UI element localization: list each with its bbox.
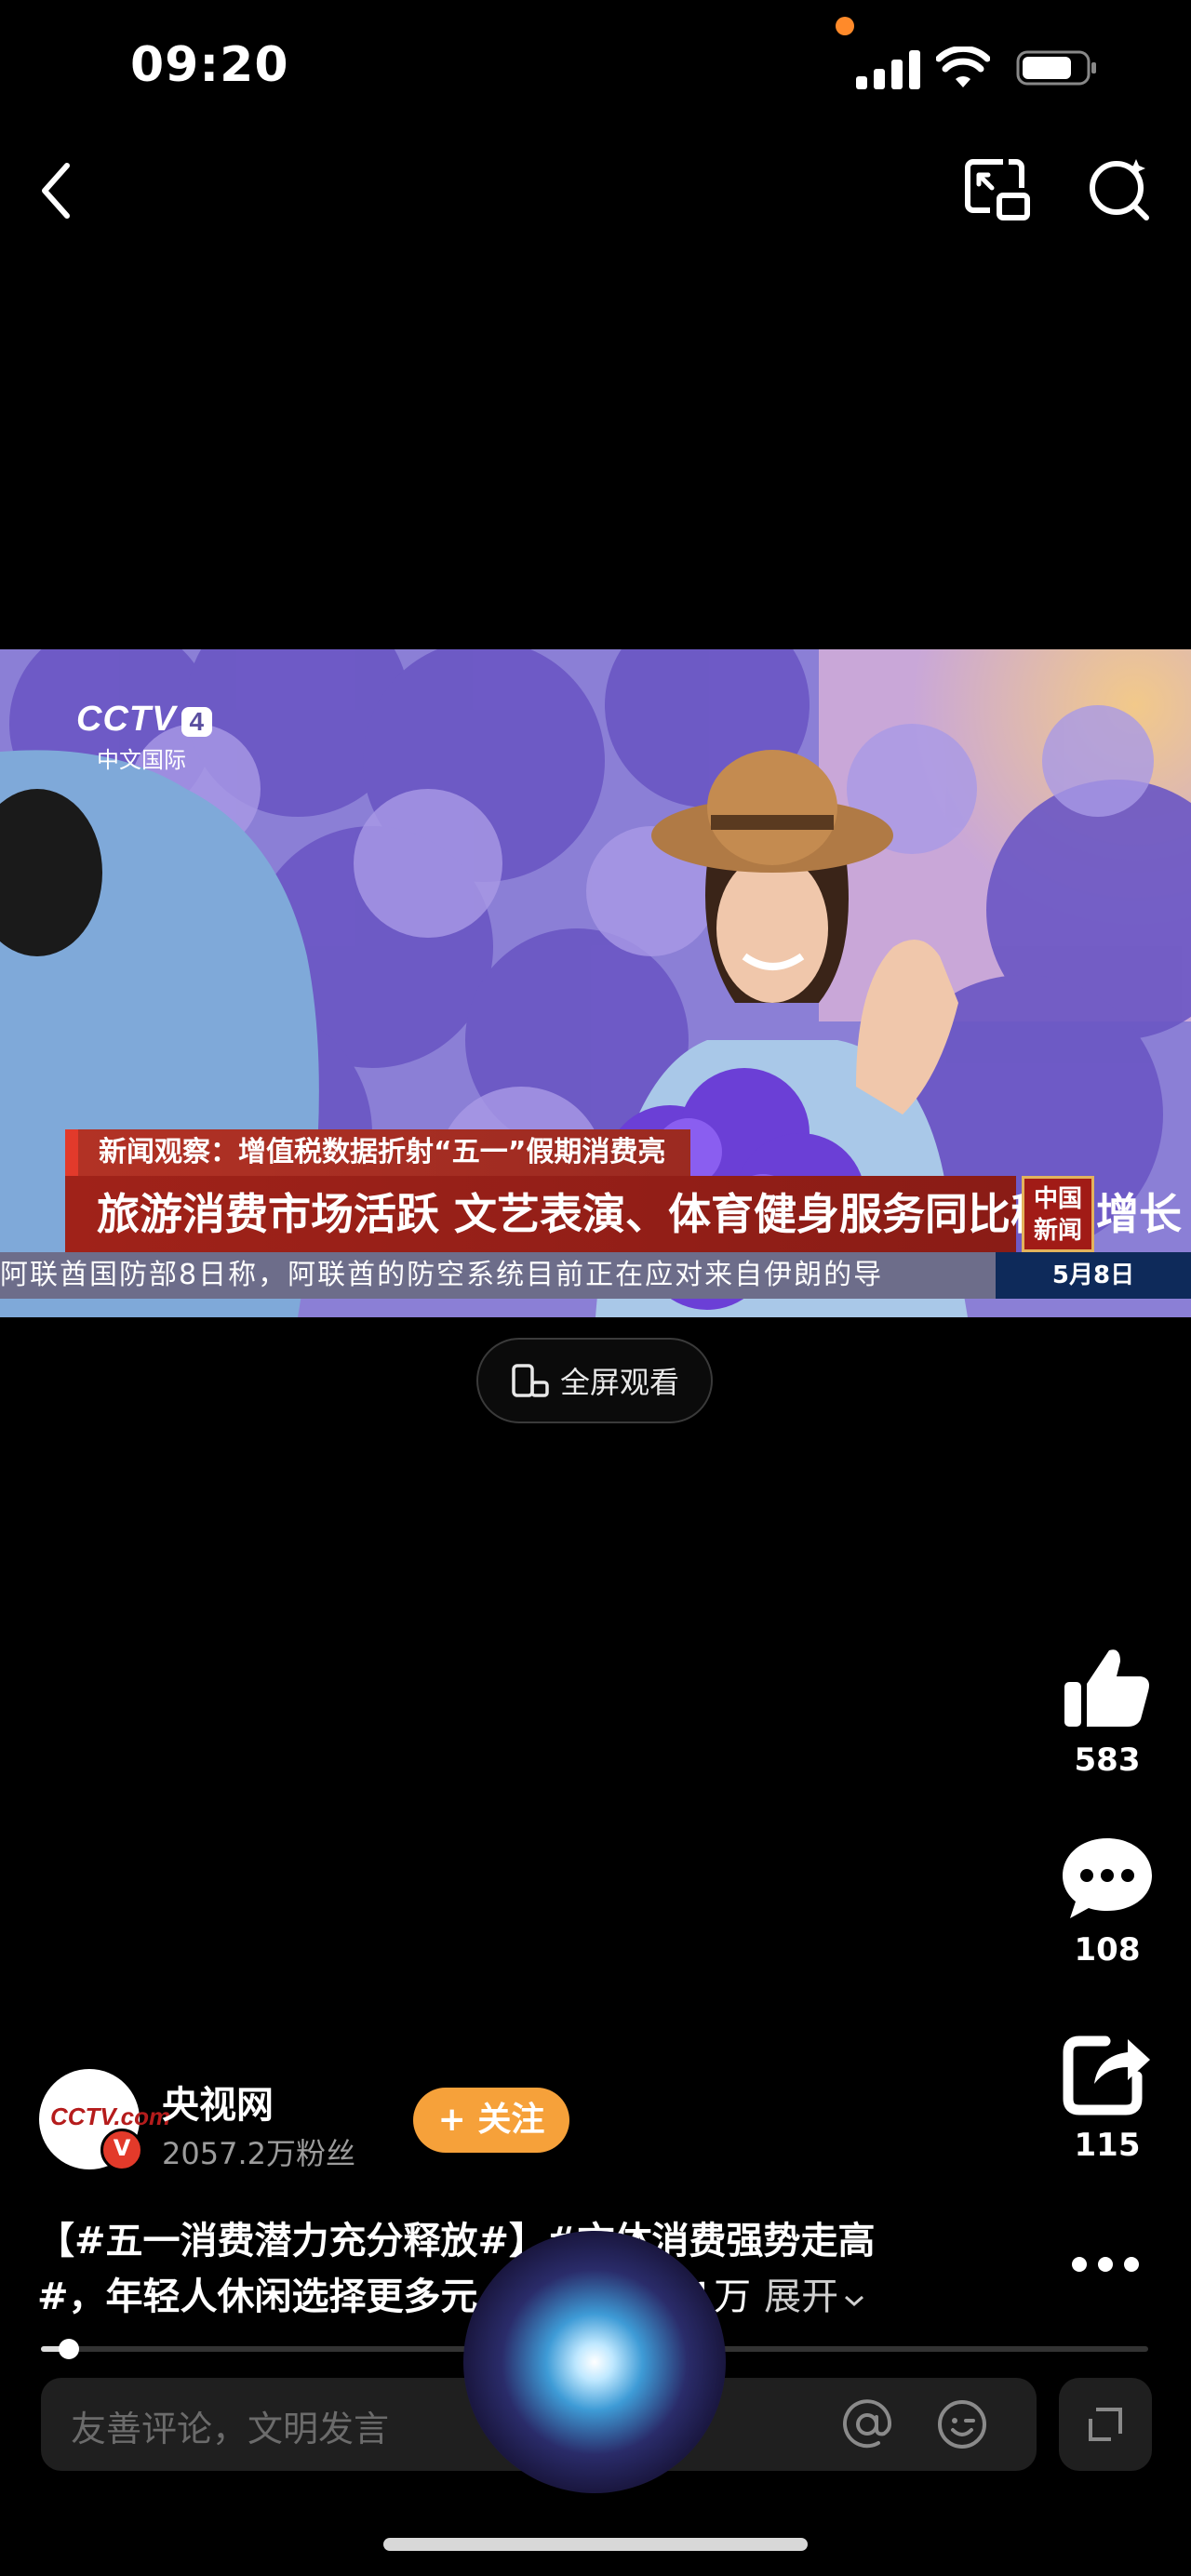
expand-label: 展开 bbox=[764, 2276, 839, 2318]
cellular-signal-icon bbox=[856, 48, 921, 89]
news-headline: 旅游消费市场活跃 文艺表演、体育健身服务同比稳步增长 bbox=[65, 1176, 1182, 1252]
ticker-date: 5月8日 bbox=[996, 1252, 1191, 1299]
rotate-phone-icon bbox=[512, 1364, 549, 1397]
share-count: 115 bbox=[1074, 2127, 1141, 2164]
battery-icon bbox=[1016, 50, 1096, 86]
channel-number: 4 bbox=[181, 707, 213, 737]
author-avatar[interactable]: CCTV.com V bbox=[39, 2069, 170, 2171]
description-line2[interactable]: #，年轻人休闲选择更多元1.1万展开 bbox=[37, 2266, 866, 2320]
like-icon bbox=[1064, 1649, 1149, 1727]
expand-icon bbox=[1089, 2408, 1122, 2441]
back-icon[interactable] bbox=[33, 158, 80, 223]
channel-logo: CCTV 4 中文国际 bbox=[76, 700, 213, 774]
like-button[interactable]: 583 bbox=[1051, 1643, 1163, 1779]
follow-button[interactable]: + 关注 bbox=[413, 2088, 569, 2153]
at-icon[interactable] bbox=[841, 2398, 893, 2450]
comment-icon bbox=[1063, 1838, 1152, 1918]
description-line2-text: #，年轻人休闲选择更多元 bbox=[37, 2276, 478, 2318]
privacy-indicator-dot bbox=[836, 17, 854, 35]
more-icon[interactable] bbox=[1068, 2246, 1143, 2283]
progress-handle[interactable] bbox=[59, 2339, 79, 2359]
comment-placeholder: 友善评论，文明发言 bbox=[71, 2409, 390, 2449]
search-icon[interactable] bbox=[1087, 156, 1154, 223]
comment-count: 108 bbox=[1074, 1931, 1141, 1969]
expand-input-button[interactable] bbox=[1059, 2378, 1152, 2471]
description-line1[interactable]: 【#五一消费潜力充分释放#】#文体消费强势走高 bbox=[37, 2210, 876, 2264]
chevron-down-icon bbox=[845, 2295, 864, 2307]
fullscreen-button[interactable]: 全屏观看 bbox=[476, 1338, 713, 1423]
channel-sub: 中文国际 bbox=[97, 747, 186, 773]
status-time: 09:20 bbox=[130, 37, 289, 93]
author-fans: 2057.2万粉丝 bbox=[162, 2136, 355, 2171]
wifi-icon bbox=[936, 47, 990, 87]
share-button[interactable]: 115 bbox=[1051, 2028, 1163, 2164]
news-ticker: 阿联酋国防部8日称，阿联酋的防空系统目前正在应对来自伊朗的导 bbox=[0, 1252, 996, 1299]
channel-logo-text: CCTV bbox=[76, 700, 177, 739]
siri-orb bbox=[463, 2231, 726, 2493]
comment-button[interactable]: 108 bbox=[1051, 1833, 1163, 1969]
home-indicator[interactable] bbox=[383, 2538, 808, 2551]
news-badge: 中国 新闻 bbox=[1022, 1176, 1094, 1252]
news-subtitle: 新闻观察：增值税数据折射“五一”假期消费亮点 bbox=[65, 1129, 690, 1215]
emoji-icon[interactable] bbox=[936, 2398, 988, 2450]
verified-badge-icon: V bbox=[100, 2129, 143, 2171]
share-icon bbox=[1063, 2035, 1150, 2116]
author-name[interactable]: 央视网 bbox=[162, 2075, 274, 2129]
badge-line2: 新闻 bbox=[1033, 1217, 1082, 1245]
fullscreen-label: 全屏观看 bbox=[559, 1365, 679, 1400]
like-count: 583 bbox=[1074, 1742, 1141, 1779]
pip-icon[interactable] bbox=[962, 156, 1033, 223]
avatar-logo: CCTV.com bbox=[50, 2102, 171, 2130]
expand-link[interactable]: 展开 bbox=[764, 2276, 866, 2318]
badge-line1: 中国 bbox=[1033, 1185, 1082, 1213]
